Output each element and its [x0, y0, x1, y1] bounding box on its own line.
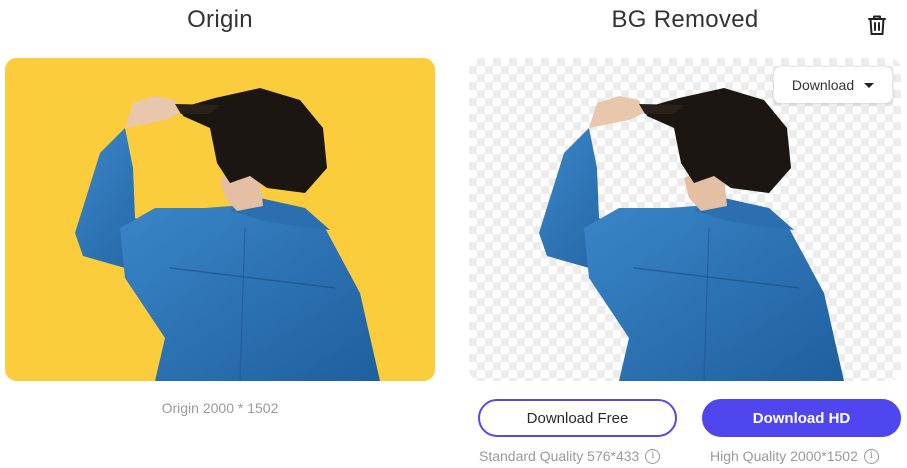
bg-removed-title: BG Removed — [611, 6, 759, 33]
info-icon[interactable]: i — [863, 448, 879, 464]
caret-down-icon — [864, 82, 875, 88]
standard-quality-info: Standard Quality 576*433 i — [479, 448, 661, 464]
original-image — [5, 58, 435, 381]
high-quality-info: High Quality 2000*1502 i — [710, 448, 879, 464]
bg-remover-result: Origin BG Removed Download Origin 2000 *… — [0, 0, 907, 468]
download-dropdown[interactable]: Download — [774, 67, 892, 103]
bg-removed-image — [469, 58, 901, 381]
download-free-label: Download Free — [526, 409, 629, 427]
download-hd-button[interactable]: Download HD — [702, 399, 901, 437]
download-hd-label: Download HD — [752, 409, 851, 427]
download-free-button[interactable]: Download Free — [478, 399, 677, 437]
info-icon[interactable]: i — [645, 448, 661, 464]
origin-title: Origin — [187, 6, 253, 33]
origin-dimensions: Origin 2000 * 1502 — [161, 400, 279, 416]
high-quality-label: High Quality 2000*1502 — [710, 448, 858, 464]
person-cutout — [539, 88, 844, 381]
download-dropdown-label: Download — [791, 77, 855, 93]
standard-quality-label: Standard Quality 576*433 — [479, 448, 640, 464]
trash-icon[interactable] — [864, 12, 890, 38]
